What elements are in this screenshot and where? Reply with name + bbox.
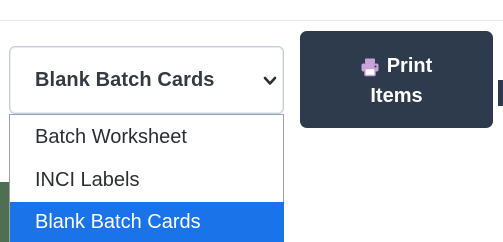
chevron-down-icon bbox=[263, 76, 277, 85]
print-items-button[interactable]: Print Items bbox=[300, 31, 493, 128]
divider bbox=[0, 20, 503, 21]
adjacent-button-edge bbox=[498, 80, 503, 106]
option-batch-worksheet[interactable]: Batch Worksheet bbox=[10, 117, 284, 158]
print-label-line1: Print bbox=[386, 55, 433, 77]
background-panel-edge bbox=[0, 182, 9, 242]
print-controls-panel: Blank Batch Cards Batch Worksheet INCI L… bbox=[0, 0, 503, 242]
print-label-line2: Items bbox=[370, 85, 423, 107]
option-inci-labels[interactable]: INCI Labels bbox=[10, 160, 284, 201]
print-type-options-list: Batch Worksheet INCI Labels Blank Batch … bbox=[9, 114, 284, 242]
option-blank-batch-cards[interactable]: Blank Batch Cards bbox=[10, 202, 284, 242]
print-type-select-value: Blank Batch Cards bbox=[35, 69, 215, 91]
print-type-select[interactable]: Blank Batch Cards bbox=[9, 46, 284, 114]
print-items-label: Print Items bbox=[300, 51, 493, 111]
